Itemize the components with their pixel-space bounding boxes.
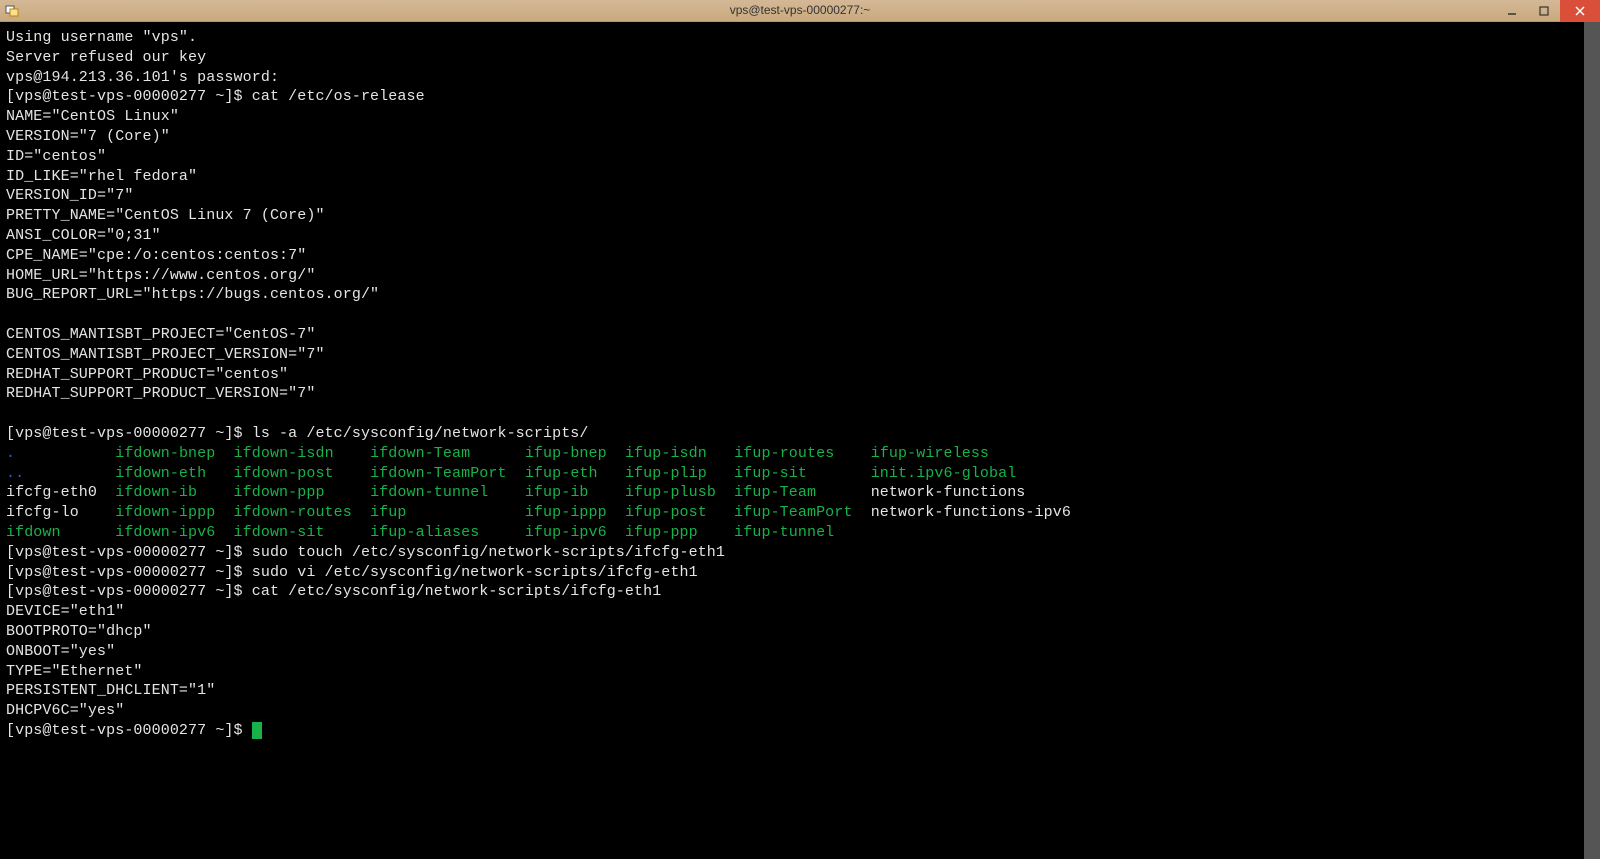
terminal-line: PRETTY_NAME="CentOS Linux 7 (Core)": [6, 206, 1596, 226]
terminal-line: VERSION="7 (Core)": [6, 127, 1596, 147]
terminal-line: ID_LIKE="rhel fedora": [6, 167, 1596, 187]
cursor: [252, 722, 262, 739]
ls-entry: ifdown-ppp: [234, 484, 325, 501]
terminal-line: [vps@test-vps-00000277 ~]$ ls -a /etc/sy…: [6, 424, 1596, 444]
terminal-line: [vps@test-vps-00000277 ~]$ cat /etc/sysc…: [6, 582, 1596, 602]
terminal-line: ID="centos": [6, 147, 1596, 167]
terminal-line: . ifdown-bnep ifdown-isdn ifdown-Team if…: [6, 444, 1596, 464]
ls-entry: ifdown-eth: [115, 465, 206, 482]
ls-entry: ifup-ippp: [525, 504, 607, 521]
terminal-line: Using username "vps".: [6, 28, 1596, 48]
terminal-line: [6, 404, 1596, 424]
titlebar: vps@test-vps-00000277:~: [0, 0, 1600, 22]
minimize-button[interactable]: [1496, 0, 1528, 22]
terminal-line: [vps@test-vps-00000277 ~]$: [6, 721, 1596, 741]
ls-entry: ..: [6, 465, 24, 482]
terminal-line: [6, 305, 1596, 325]
terminal-line: REDHAT_SUPPORT_PRODUCT_VERSION="7": [6, 384, 1596, 404]
terminal-line: CPE_NAME="cpe:/o:centos:centos:7": [6, 246, 1596, 266]
ls-entry: ifup-aliases: [370, 524, 479, 541]
terminal-line: [vps@test-vps-00000277 ~]$ sudo touch /e…: [6, 543, 1596, 563]
ls-entry: ifup-ib: [525, 484, 589, 501]
ls-entry: ifdown-bnep: [115, 445, 215, 462]
terminal-line: [vps@test-vps-00000277 ~]$ cat /etc/os-r…: [6, 87, 1596, 107]
ls-entry: ifdown-ib: [115, 484, 197, 501]
terminal-line: [vps@test-vps-00000277 ~]$ sudo vi /etc/…: [6, 563, 1596, 583]
terminal-line: ANSI_COLOR="0;31": [6, 226, 1596, 246]
terminal-area[interactable]: Using username "vps".Server refused our …: [0, 22, 1600, 745]
ls-entry: ifup-tunnel: [734, 524, 834, 541]
app-icon: [4, 3, 20, 19]
ls-entry: ifdown-sit: [234, 524, 325, 541]
ls-entry: ifup-plusb: [625, 484, 716, 501]
terminal-line: DEVICE="eth1": [6, 602, 1596, 622]
terminal-line: PERSISTENT_DHCLIENT="1": [6, 681, 1596, 701]
terminal-line: ifcfg-eth0 ifdown-ib ifdown-ppp ifdown-t…: [6, 483, 1596, 503]
close-button[interactable]: [1560, 0, 1600, 22]
terminal-line: Server refused our key: [6, 48, 1596, 68]
terminal-line: ifdown ifdown-ipv6 ifdown-sit ifup-alias…: [6, 523, 1596, 543]
ls-entry: ifcfg-eth0: [6, 484, 97, 501]
terminal-line: TYPE="Ethernet": [6, 662, 1596, 682]
terminal-line: ONBOOT="yes": [6, 642, 1596, 662]
terminal-line: CENTOS_MANTISBT_PROJECT_VERSION="7": [6, 345, 1596, 365]
ls-entry: ifdown-Team: [370, 445, 470, 462]
window-title: vps@test-vps-00000277:~: [730, 3, 871, 17]
ls-entry: ifup-eth: [525, 465, 598, 482]
terminal-line: REDHAT_SUPPORT_PRODUCT="centos": [6, 365, 1596, 385]
ls-entry: network-functions-ipv6: [871, 504, 1071, 521]
ls-entry: ifup-ipv6: [525, 524, 607, 541]
ls-entry: ifdown-isdn: [234, 445, 334, 462]
vertical-scrollbar[interactable]: [1584, 22, 1600, 859]
ls-entry: ifup-bnep: [525, 445, 607, 462]
ls-entry: .: [6, 445, 15, 462]
ls-entry: ifup-wireless: [871, 445, 989, 462]
ls-entry: ifup-plip: [625, 465, 707, 482]
maximize-button[interactable]: [1528, 0, 1560, 22]
terminal-line: BOOTPROTO="dhcp": [6, 622, 1596, 642]
ls-entry: ifup-routes: [734, 445, 834, 462]
terminal-line: ifcfg-lo ifdown-ippp ifdown-routes ifup …: [6, 503, 1596, 523]
terminal-line: vps@194.213.36.101's password:: [6, 68, 1596, 88]
ls-entry: ifup-TeamPort: [734, 504, 852, 521]
ls-entry: ifup-Team: [734, 484, 816, 501]
ls-entry: ifup-isdn: [625, 445, 707, 462]
ls-entry: ifdown-TeamPort: [370, 465, 507, 482]
ls-entry: init.ipv6-global: [871, 465, 1017, 482]
ls-entry: ifdown-ippp: [115, 504, 215, 521]
terminal-line: DHCPV6C="yes": [6, 701, 1596, 721]
ls-entry: ifup-sit: [734, 465, 807, 482]
scrollbar-thumb[interactable]: [1584, 22, 1600, 859]
ls-entry: ifdown-ipv6: [115, 524, 215, 541]
ls-entry: ifup-ppp: [625, 524, 698, 541]
ls-entry: ifcfg-lo: [6, 504, 79, 521]
window-controls: [1496, 0, 1600, 22]
terminal-line: CENTOS_MANTISBT_PROJECT="CentOS-7": [6, 325, 1596, 345]
terminal-line: NAME="CentOS Linux": [6, 107, 1596, 127]
ls-entry: ifup-post: [625, 504, 707, 521]
ls-entry: ifup: [370, 504, 406, 521]
ls-entry: ifdown: [6, 524, 61, 541]
ls-entry: ifdown-routes: [234, 504, 352, 521]
terminal-line: HOME_URL="https://www.centos.org/": [6, 266, 1596, 286]
ls-entry: ifdown-post: [234, 465, 334, 482]
terminal-line: BUG_REPORT_URL="https://bugs.centos.org/…: [6, 285, 1596, 305]
ls-entry: network-functions: [871, 484, 1026, 501]
terminal-line: .. ifdown-eth ifdown-post ifdown-TeamPor…: [6, 464, 1596, 484]
ls-entry: ifdown-tunnel: [370, 484, 488, 501]
terminal-line: VERSION_ID="7": [6, 186, 1596, 206]
